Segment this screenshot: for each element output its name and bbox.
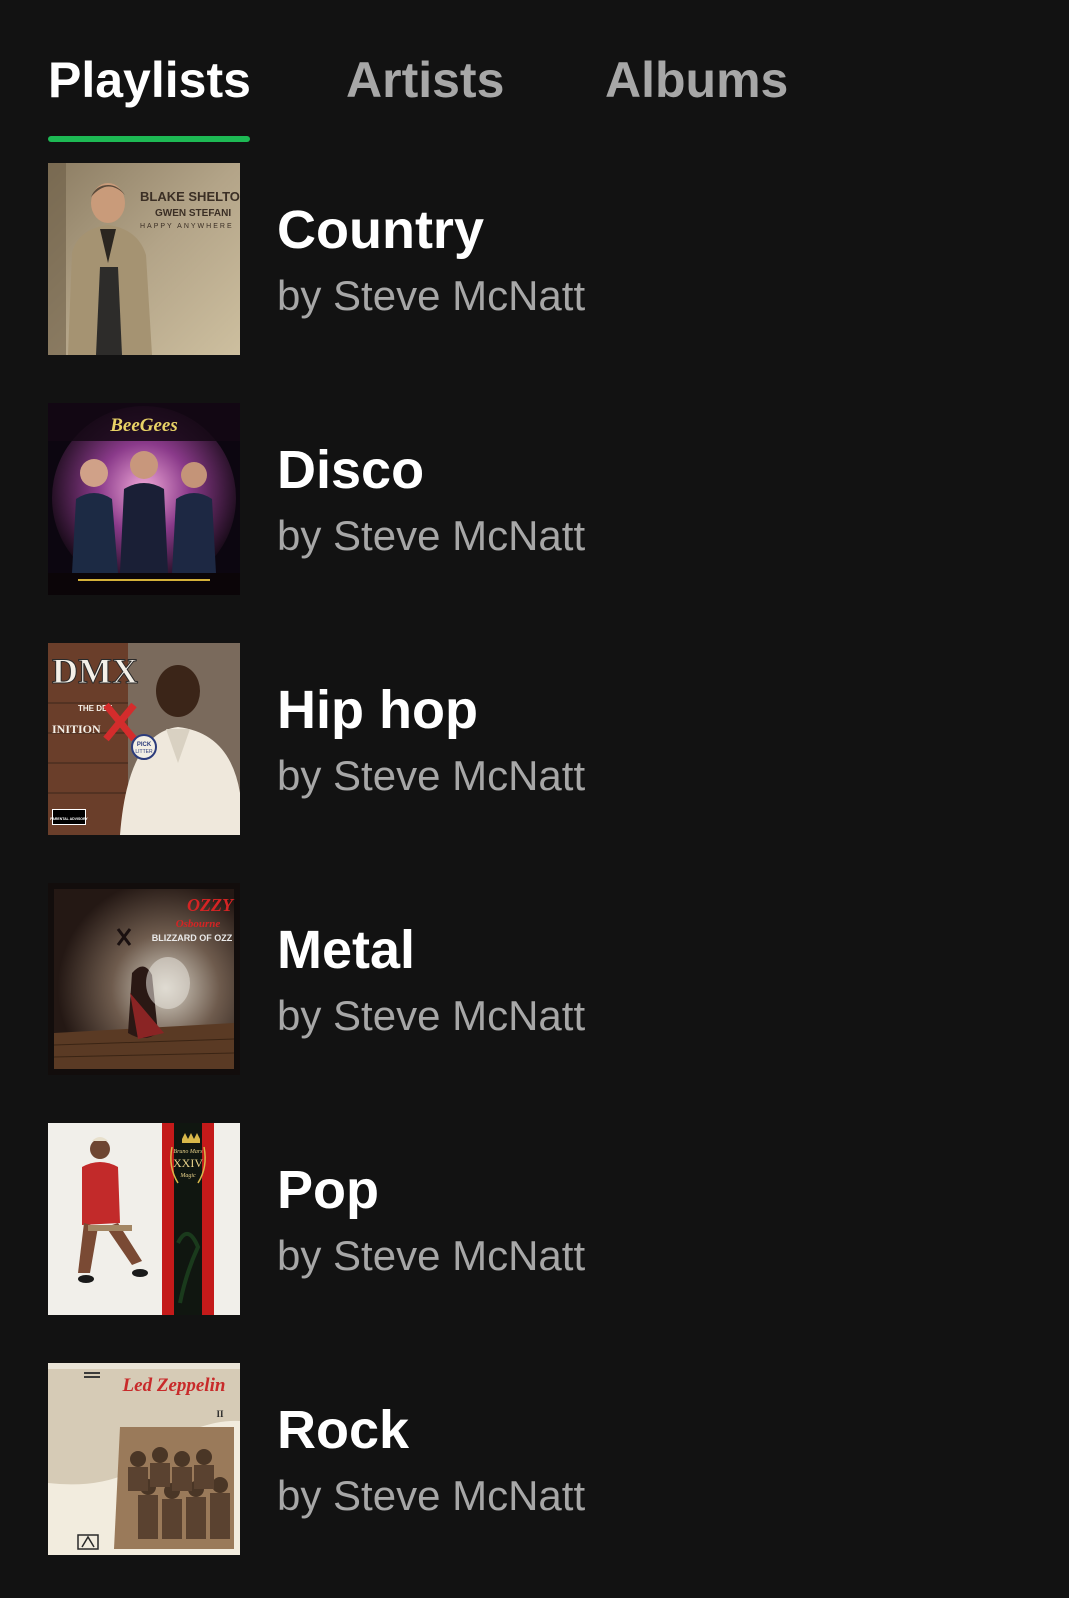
playlist-owner: by Steve McNatt <box>277 1232 586 1279</box>
cover-art-ozzy: OZZY Osbourne BLIZZARD OF OZZ <box>48 883 240 1075</box>
svg-text:PICK: PICK <box>137 742 152 748</box>
album-cover-pop: Bruno Mars XXIV Magic <box>48 1123 240 1315</box>
playlist-owner: by Steve McNatt <box>277 272 586 319</box>
tab-bar: Playlists Artists Albums <box>0 0 1069 142</box>
playlist-owner: by Steve McNatt <box>277 512 586 559</box>
playlist-row-country[interactable]: BLAKE SHELTON GWEN STEFANI HAPPY ANYWHER… <box>0 163 1069 355</box>
playlist-owner: by Steve McNatt <box>277 1472 586 1519</box>
cover-art-blake-shelton: BLAKE SHELTON GWEN STEFANI HAPPY ANYWHER… <box>48 163 240 355</box>
playlist-row-hip-hop[interactable]: DMX THE DEF INITION PICK LITTER PARENTAL… <box>0 643 1069 835</box>
cover-text: BeeGees <box>109 415 178 436</box>
cover-art-led-zeppelin: Led Zeppelin II <box>48 1363 240 1555</box>
svg-text:Magic: Magic <box>179 1173 196 1179</box>
active-tab-indicator <box>48 136 250 142</box>
tab-albums[interactable]: Albums <box>605 50 788 110</box>
svg-text:GWEN STEFANI: GWEN STEFANI <box>155 208 231 219</box>
playlist-row-metal[interactable]: OZZY Osbourne BLIZZARD OF OZZ Metal by S… <box>0 883 1069 1075</box>
cover-art-bruno-mars: Bruno Mars XXIV Magic <box>48 1123 240 1315</box>
playlist-owner: by Steve McNatt <box>277 752 586 799</box>
svg-text:Osbourne: Osbourne <box>176 918 221 930</box>
svg-text:LITTER: LITTER <box>135 749 153 755</box>
playlist-row-disco[interactable]: BeeGees Disco by Steve McNatt <box>0 403 1069 595</box>
svg-text:II: II <box>216 1409 224 1419</box>
playlist-title: Pop <box>277 1160 379 1220</box>
album-cover-rock: Led Zeppelin II <box>48 1363 240 1555</box>
svg-text:BLIZZARD OF OZZ: BLIZZARD OF OZZ <box>152 933 233 943</box>
album-cover-disco: BeeGees <box>48 403 240 595</box>
cover-text: Led Zeppelin <box>122 1375 226 1396</box>
playlist-row-pop[interactable]: Bruno Mars XXIV Magic Pop by Steve McNat… <box>0 1123 1069 1315</box>
cover-text: Bruno Mars <box>173 1149 203 1155</box>
playlist-title: Hip hop <box>277 680 478 740</box>
album-cover-hip-hop: DMX THE DEF INITION PICK LITTER PARENTAL… <box>48 643 240 835</box>
cover-art-dmx: DMX THE DEF INITION PICK LITTER PARENTAL… <box>48 643 240 835</box>
svg-text:PARENTAL ADVISORY: PARENTAL ADVISORY <box>50 817 88 821</box>
playlist-title: Disco <box>277 440 425 500</box>
svg-text:INITION: INITION <box>52 722 101 736</box>
album-cover-country: BLAKE SHELTON GWEN STEFANI HAPPY ANYWHER… <box>48 163 240 355</box>
playlist-row-rock[interactable]: Led Zeppelin II Rock by Steve McNatt <box>0 1363 1069 1555</box>
svg-text:HAPPY ANYWHERE: HAPPY ANYWHERE <box>140 223 234 230</box>
playlist-title: Metal <box>277 920 416 980</box>
svg-text:XXIV: XXIV <box>173 1156 203 1170</box>
album-cover-metal: OZZY Osbourne BLIZZARD OF OZZ <box>48 883 240 1075</box>
cover-text: DMX <box>52 651 138 691</box>
cover-text: BLAKE SHELTON <box>140 189 240 204</box>
tab-artists[interactable]: Artists <box>346 50 504 110</box>
playlist-title: Rock <box>277 1400 410 1460</box>
cover-text: OZZY <box>187 895 235 915</box>
playlist-title: Country <box>277 200 484 260</box>
cover-art-bee-gees: BeeGees <box>48 403 240 595</box>
playlist-owner: by Steve McNatt <box>277 992 586 1039</box>
tab-playlists[interactable]: Playlists <box>48 50 251 110</box>
